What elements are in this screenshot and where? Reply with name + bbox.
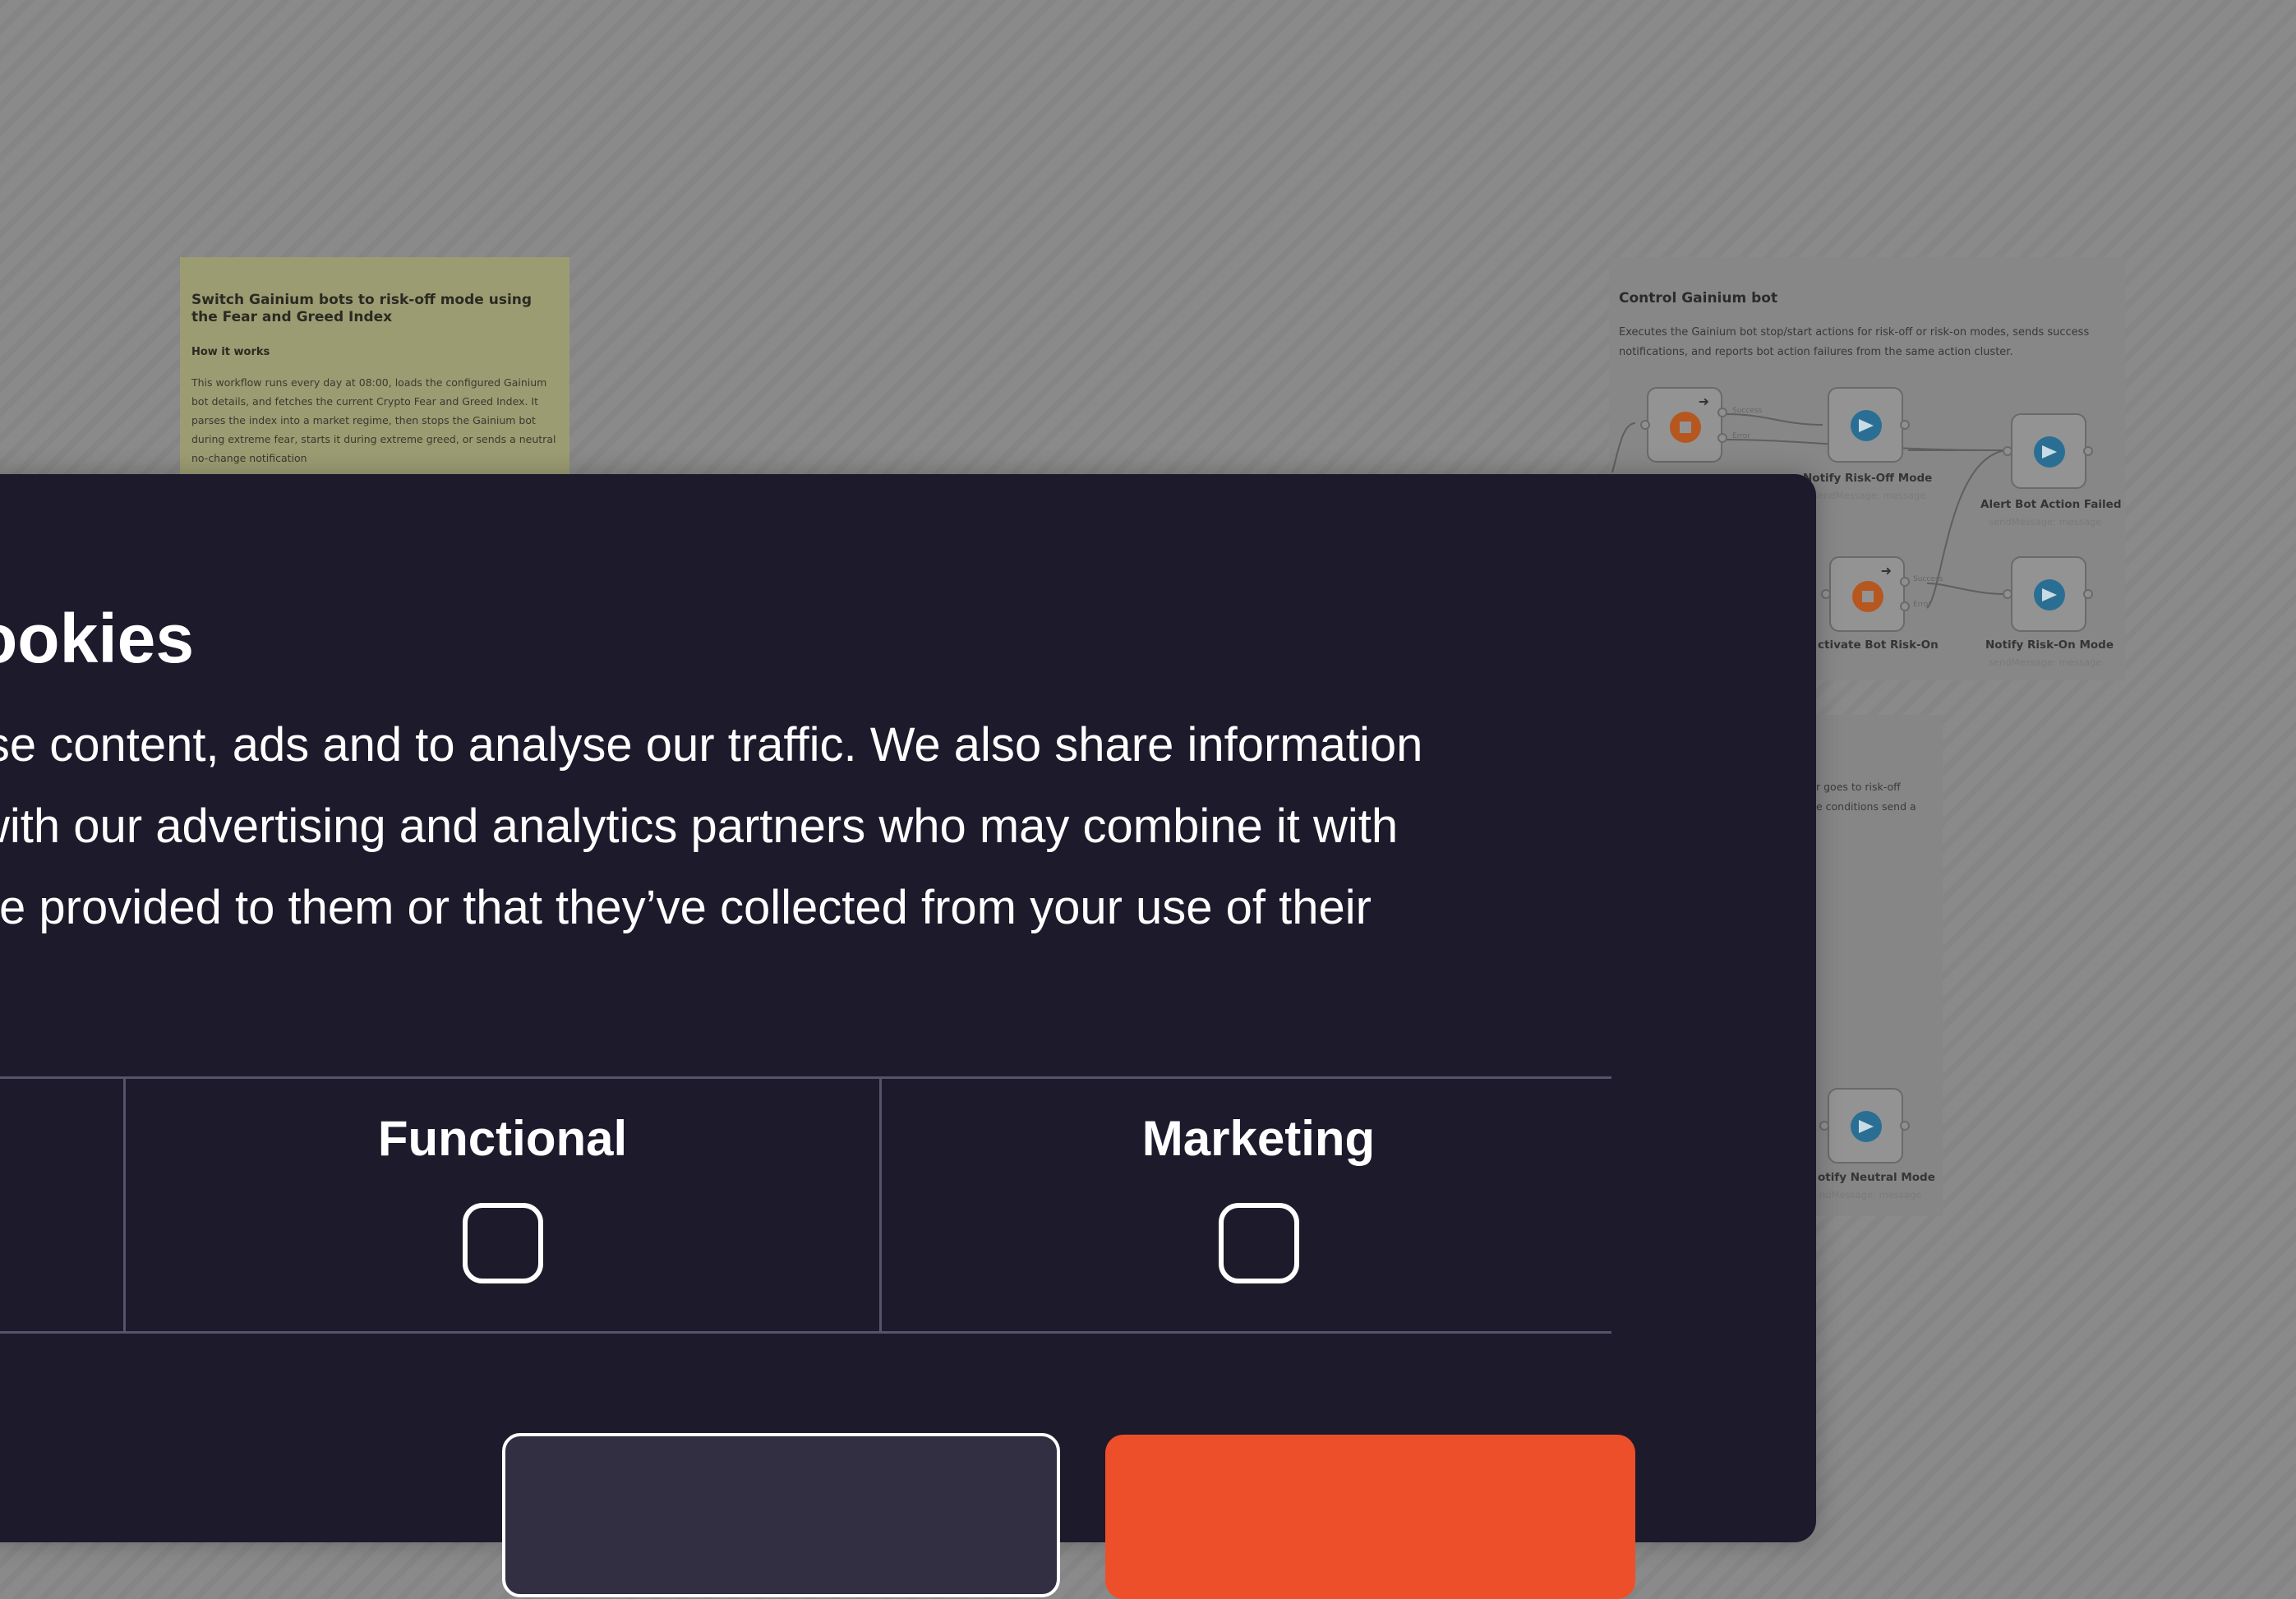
node-label: Notify Risk-Off Mode xyxy=(1803,472,1933,485)
input-port[interactable] xyxy=(2003,589,2012,599)
modal-description-line: ise content, ads and to analyse our traf… xyxy=(0,718,1423,772)
sticky-note-title: Switch Gainium bots to risk-off mode usi… xyxy=(191,292,533,325)
sticky-note[interactable]: Switch Gainium bots to risk-off mode usi… xyxy=(180,257,569,487)
arrow-icon: ➜ xyxy=(1880,563,1892,578)
gainium-icon xyxy=(1852,581,1883,612)
edge-label-error: Error xyxy=(1913,601,1931,609)
output-port[interactable] xyxy=(2083,589,2093,599)
output-port[interactable] xyxy=(1900,420,1910,430)
input-port[interactable] xyxy=(2003,446,2012,456)
secondary-button[interactable] xyxy=(502,1433,1060,1597)
cookie-consent-modal: ookies ise content, ads and to analyse o… xyxy=(0,474,1816,1599)
modal-description-line: ve provided to them or that they’ve coll… xyxy=(0,881,1372,934)
telegram-node-notify-risk-off[interactable] xyxy=(1828,387,1903,463)
sticky-note-heading: How it works xyxy=(191,346,270,358)
gainium-node[interactable]: ➜ xyxy=(1647,387,1722,463)
edge-label-success: Success xyxy=(1913,575,1943,583)
node-label: otify Neutral Mode xyxy=(1818,1171,1935,1184)
category-label: Functional xyxy=(377,1111,628,1166)
gainium-node-activate-risk-on[interactable]: ➜ xyxy=(1829,556,1905,632)
input-port[interactable] xyxy=(1821,589,1831,599)
output-port[interactable] xyxy=(1717,408,1727,417)
telegram-node-alert-failed[interactable] xyxy=(2011,413,2086,489)
arrow-icon: ➜ xyxy=(1698,394,1709,409)
consent-category-functional: Functional xyxy=(123,1079,879,1331)
modal-description: ise content, ads and to analyse our traf… xyxy=(0,704,1422,948)
gainium-icon xyxy=(1670,412,1701,443)
marketing-checkbox[interactable] xyxy=(1218,1203,1299,1283)
output-port[interactable] xyxy=(1717,433,1727,443)
group-description: Executes the Gainium bot stop/start acti… xyxy=(1619,326,2090,358)
telegram-node-notify-risk-on[interactable] xyxy=(2011,556,2086,632)
telegram-icon xyxy=(2034,579,2065,611)
node-label: ctivate Bot Risk-On xyxy=(1818,638,1939,652)
telegram-node-notify-neutral[interactable] xyxy=(1828,1088,1903,1164)
telegram-icon xyxy=(1851,1111,1882,1142)
node-sublabel: sendMessage: message xyxy=(1989,516,2102,528)
telegram-icon xyxy=(1851,410,1882,441)
input-port[interactable] xyxy=(1819,1121,1829,1131)
category-label: Marketing xyxy=(1141,1111,1376,1166)
modal-title: ookies xyxy=(0,600,195,677)
node-label: Notify Risk-On Mode xyxy=(1985,638,2114,652)
output-port[interactable] xyxy=(1900,1121,1910,1131)
group-description-line: r goes to risk-off xyxy=(1816,781,1901,793)
edge-label-error: Error xyxy=(1732,432,1750,440)
output-port[interactable] xyxy=(1900,601,1910,611)
output-port[interactable] xyxy=(2083,446,2093,456)
node-sublabel: sendMessage: message xyxy=(1813,490,1926,501)
functional-checkbox[interactable] xyxy=(462,1203,543,1283)
group-description-line: e conditions send a xyxy=(1816,800,1916,813)
output-port[interactable] xyxy=(1900,577,1910,587)
node-sublabel: sendMessage: message xyxy=(1989,657,2102,668)
edge-label-success: Success xyxy=(1732,407,1763,415)
group-title: Control Gainium bot xyxy=(1619,290,1778,306)
input-port[interactable] xyxy=(1640,420,1650,430)
modal-description-line: with our advertising and analytics partn… xyxy=(0,800,1399,853)
consent-categories: Functional Marketing xyxy=(0,1076,1611,1334)
node-sublabel: ndMessage: message xyxy=(1819,1189,1922,1200)
consent-category-marketing: Marketing xyxy=(879,1079,1635,1331)
telegram-icon xyxy=(2034,436,2065,468)
node-label: Alert Bot Action Failed xyxy=(1980,498,2122,511)
sticky-note-body: This workflow runs every day at 08:00, l… xyxy=(191,376,556,464)
primary-button[interactable] xyxy=(1105,1435,1635,1599)
